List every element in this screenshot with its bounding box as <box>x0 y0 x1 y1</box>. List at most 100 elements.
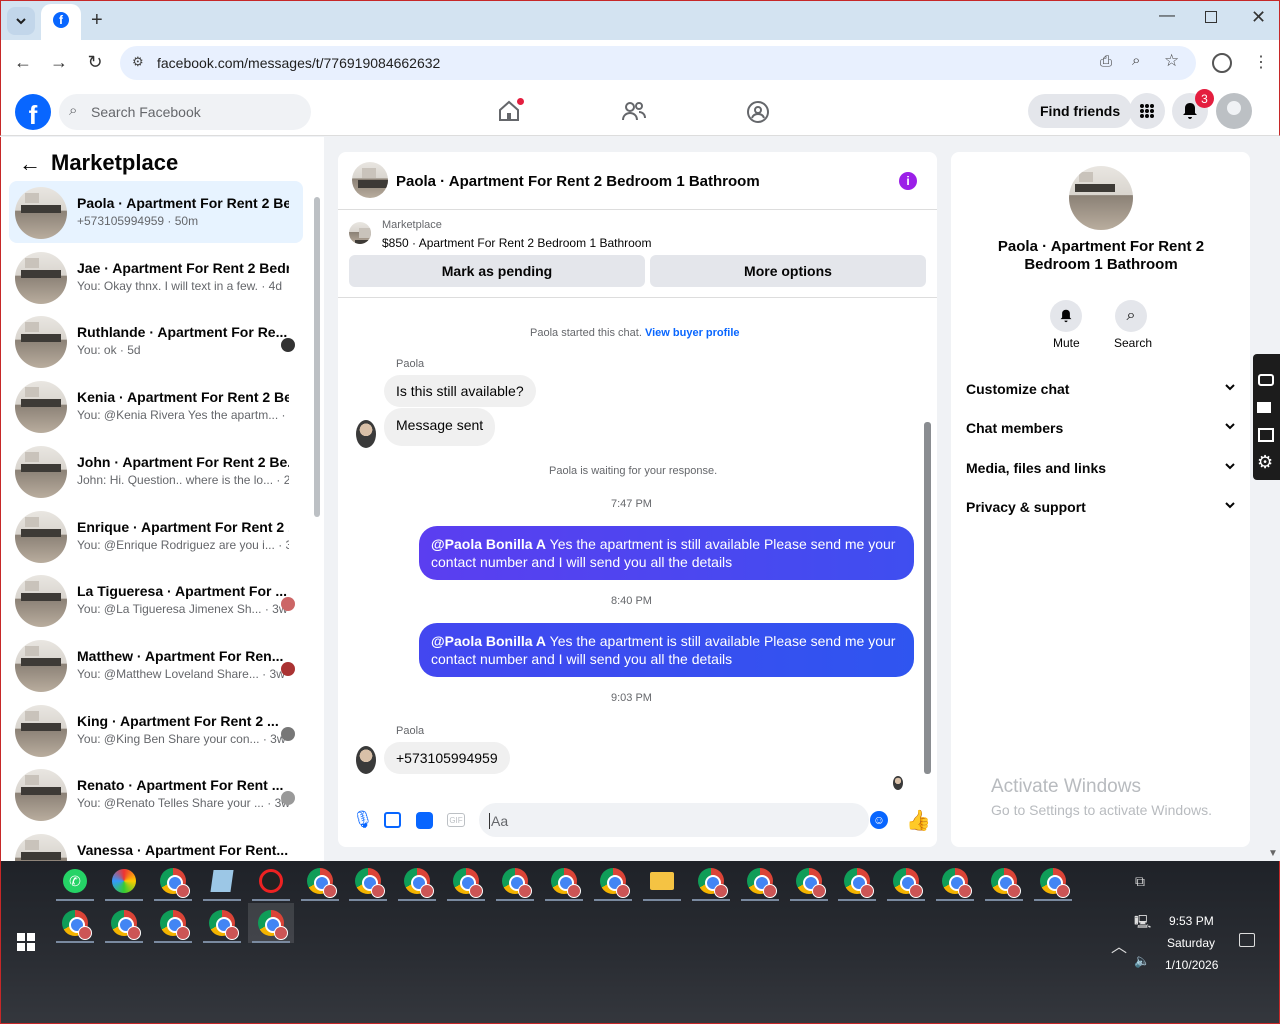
profile-icon[interactable] <box>1212 53 1232 73</box>
sticker-icon[interactable] <box>416 812 433 829</box>
conversation-item[interactable]: Kenia · Apartment For Rent 2 Be... You: @… <box>9 375 303 437</box>
reload-icon[interactable]: ↻ <box>81 48 109 76</box>
chrome-icon[interactable] <box>443 861 489 901</box>
conversation-item[interactable]: King · Apartment For Rent 2 ... You: @Kin… <box>9 699 303 761</box>
site-info-icon[interactable]: ⚙ <box>132 54 144 70</box>
browser-menu-icon[interactable]: ⋮ <box>1253 52 1269 72</box>
active-tab[interactable]: f <box>41 4 81 41</box>
incoming-message[interactable]: +573105994959 <box>384 742 510 774</box>
incoming-message[interactable]: Message sent <box>384 408 496 446</box>
list-scrollbar[interactable] <box>314 197 320 517</box>
new-tab-button[interactable]: + <box>91 9 103 32</box>
chrome-icon[interactable] <box>150 903 196 943</box>
chrome-icon[interactable] <box>101 903 147 943</box>
menu-grid-icon[interactable] <box>1129 93 1165 129</box>
chrome-icon[interactable] <box>541 861 587 901</box>
conversation-item[interactable]: Matthew · Apartment For Ren... You: @Matt… <box>9 634 303 696</box>
clock-date[interactable]: 1/10/2026 <box>1165 958 1218 972</box>
contact-avatar[interactable] <box>1069 166 1133 230</box>
info-icon[interactable]: i <box>899 172 917 190</box>
conversation-item[interactable]: Renato · Apartment For Rent ... You: @Ren… <box>9 763 303 825</box>
outgoing-message[interactable]: @Paola Bonilla A Yes the apartment is st… <box>419 623 914 677</box>
emoji-icon[interactable]: ☺ <box>870 811 888 829</box>
conversation-item[interactable]: Jae · Apartment For Rent 2 Bedr... You: O… <box>9 246 303 308</box>
forward-arrow-icon[interactable]: → <box>45 48 73 76</box>
details-section[interactable]: Media, files and links <box>966 460 1236 476</box>
search-label[interactable]: Search <box>1114 336 1152 350</box>
details-section[interactable]: Chat members <box>966 420 1236 436</box>
chrome-icon[interactable] <box>590 861 636 901</box>
chrome-icon[interactable] <box>492 861 538 901</box>
chrome-icon[interactable] <box>199 903 245 943</box>
install-app-icon[interactable]: ⎙ <box>1100 53 1112 70</box>
mute-label[interactable]: Mute <box>1053 336 1080 350</box>
chrome-icon[interactable] <box>834 861 880 901</box>
home-icon[interactable] <box>497 98 524 127</box>
chrome-icon[interactable] <box>688 861 734 901</box>
clock-time[interactable]: 9:53 PM <box>1169 914 1214 928</box>
outgoing-message[interactable]: @Paola Bonilla A Yes the apartment is st… <box>419 526 914 580</box>
chrome-icon[interactable] <box>1030 861 1076 901</box>
gif-icon[interactable]: GIF <box>447 813 465 827</box>
search-icon[interactable]: ⌕ <box>1115 300 1147 332</box>
details-section[interactable]: Privacy & support <box>966 499 1236 515</box>
clock-day[interactable]: Saturday <box>1167 936 1215 950</box>
restore-button[interactable] <box>1205 11 1217 23</box>
chat-header-avatar[interactable] <box>352 162 388 198</box>
meet-now-icon[interactable]: ⧉ <box>1135 873 1145 890</box>
view-buyer-profile-link[interactable]: View buyer profile <box>645 327 740 339</box>
chrome-icon[interactable] <box>52 903 98 943</box>
conversation-item[interactable]: La Tigueresa · Apartment For ... You: @La… <box>9 569 303 631</box>
tray-chevron-up-icon[interactable]: ︿ <box>1111 933 1127 957</box>
chrome-icon[interactable] <box>394 861 440 901</box>
fb-search-field[interactable]: ⌕ Search Facebook <box>59 94 311 130</box>
chrome-icon[interactable] <box>345 861 391 901</box>
conversation-item[interactable]: John · Apartment For Rent 2 Be... John: H… <box>9 440 303 502</box>
chrome-icon[interactable] <box>297 861 343 901</box>
more-options-button[interactable]: More options <box>650 255 926 287</box>
message-input[interactable]: Aa ☺ <box>479 803 888 837</box>
find-friends-button[interactable]: Find friends <box>1028 94 1133 128</box>
chrome-icon[interactable] <box>248 903 294 943</box>
mark-pending-button[interactable]: Mark as pending <box>349 255 645 287</box>
account-avatar[interactable] <box>1216 93 1252 129</box>
mention[interactable]: @Paola Bonilla A <box>431 633 546 649</box>
photo-icon[interactable] <box>384 812 401 828</box>
conversation-item[interactable]: Paola · Apartment For Rent 2 Be... +57310… <box>9 181 303 243</box>
sender-avatar[interactable] <box>356 420 376 448</box>
groups-icon[interactable] <box>746 100 770 129</box>
back-arrow-icon[interactable]: ← <box>9 48 37 76</box>
chrome-icon[interactable] <box>981 861 1027 901</box>
chrome-icon[interactable] <box>737 861 783 901</box>
incoming-message[interactable]: Is this still available? <box>384 375 536 407</box>
chat-title[interactable]: Paola · Apartment For Rent 2 Bedroom 1 B… <box>396 173 760 190</box>
like-thumb-icon[interactable]: 👍 <box>906 808 931 833</box>
url-text[interactable]: facebook.com/messages/t/776919084662632 <box>157 55 440 71</box>
listing-description[interactable]: $850 · Apartment For Rent 2 Bedroom 1 Ba… <box>382 236 651 250</box>
volume-icon[interactable]: 🔈 <box>1134 953 1150 969</box>
facebook-logo-icon[interactable]: f <box>15 94 51 130</box>
microphone-icon[interactable]: 🎙 <box>352 810 374 830</box>
windows-icon[interactable] <box>1258 428 1274 442</box>
mention[interactable]: @Paola Bonilla A <box>431 536 546 552</box>
network-icon[interactable]: 🖳 <box>1134 913 1151 935</box>
sender-avatar[interactable] <box>356 746 376 774</box>
minimize-button[interactable]: — <box>1159 7 1175 25</box>
settings-gear-icon[interactable]: ⚙ <box>1257 452 1273 473</box>
scroll-down-icon[interactable]: ▼ <box>1268 848 1278 859</box>
chrome-icon[interactable] <box>150 861 196 901</box>
address-bar[interactable]: ⚙ facebook.com/messages/t/77691908466263… <box>120 46 1196 80</box>
chrome-icon[interactable] <box>883 861 929 901</box>
paint-icon[interactable] <box>101 861 147 901</box>
file-explorer-icon[interactable] <box>639 861 685 901</box>
zoom-icon[interactable]: ⌕ <box>1132 52 1140 69</box>
notepad-icon[interactable] <box>199 861 245 901</box>
bookmark-star-icon[interactable]: ☆ <box>1164 51 1179 71</box>
friends-icon[interactable] <box>621 100 647 127</box>
chrome-icon[interactable] <box>786 861 832 901</box>
windows-start-icon[interactable] <box>17 933 35 951</box>
tab-search-button[interactable] <box>7 7 35 35</box>
back-arrow-icon[interactable]: ← <box>19 151 41 177</box>
chat-scrollbar[interactable] <box>924 422 931 774</box>
camera-icon[interactable] <box>1258 374 1274 386</box>
